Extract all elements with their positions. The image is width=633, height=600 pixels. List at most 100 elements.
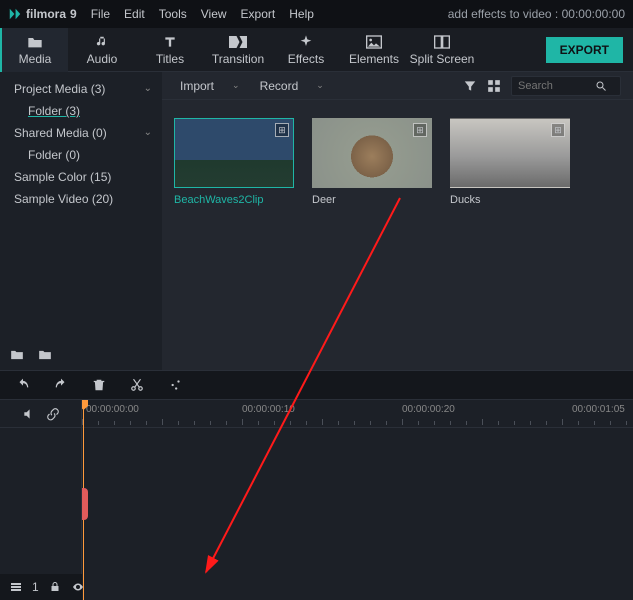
media-clip[interactable]: ⊞ Ducks xyxy=(450,118,570,206)
sidebar-item-label: Sample Color (15) xyxy=(14,168,111,186)
tab-audio[interactable]: Audio xyxy=(68,28,136,72)
tab-label: Effects xyxy=(288,52,324,66)
media-grid: ⊞BeachWaves2Clip⊞Deer⊞Ducks xyxy=(162,100,633,370)
sparkle-icon xyxy=(298,34,314,50)
add-to-timeline-icon[interactable]: ⊞ xyxy=(275,123,289,137)
export-button[interactable]: EXPORT xyxy=(546,37,623,63)
ruler-ticks xyxy=(82,419,633,425)
timeline-track-headers: 1 xyxy=(0,400,82,600)
tool-tabs: Media Audio Titles Transition Effects El… xyxy=(0,28,633,72)
record-label: Record xyxy=(260,79,299,93)
timeline: 1 00:00:00:00 00:00:00:10 00:00:00:20 00… xyxy=(0,400,633,600)
menu-help[interactable]: Help xyxy=(289,7,314,21)
clip-label: Deer xyxy=(312,194,432,206)
menu-export[interactable]: Export xyxy=(241,7,276,21)
text-icon xyxy=(163,34,177,50)
tab-split-screen[interactable]: Split Screen xyxy=(408,28,476,72)
chevron-down-icon: ⌄ xyxy=(144,124,152,142)
menu-tools[interactable]: Tools xyxy=(159,7,187,21)
media-panel: Import⌄ Record⌄ ⊞BeachWaves2Clip⊞Deer⊞Du… xyxy=(162,72,633,370)
import-label: Import xyxy=(180,79,214,93)
tab-label: Titles xyxy=(156,52,184,66)
tab-effects[interactable]: Effects xyxy=(272,28,340,72)
ruler-label: 00:00:00:20 xyxy=(402,404,455,415)
redo-icon[interactable] xyxy=(54,378,68,392)
undo-icon[interactable] xyxy=(16,378,30,392)
clip-thumbnail[interactable]: ⊞ xyxy=(312,118,432,188)
import-dropdown[interactable]: Import ⌄ xyxy=(174,79,246,93)
sidebar-item-folder-3[interactable]: Folder (3) xyxy=(0,100,162,122)
tab-label: Transition xyxy=(212,52,264,66)
tab-label: Media xyxy=(19,52,52,66)
media-sidebar: Project Media (3)⌄ Folder (3) Shared Med… xyxy=(0,72,162,370)
tab-label: Split Screen xyxy=(410,52,475,66)
app-version: 9 xyxy=(70,7,77,21)
ruler-label: 00:00:00:00 xyxy=(86,404,139,415)
tab-transition[interactable]: Transition xyxy=(204,28,272,72)
sidebar-actions xyxy=(10,348,52,362)
media-bar: Import ⌄ Record ⌄ xyxy=(162,72,633,100)
menu-view[interactable]: View xyxy=(201,7,227,21)
sidebar-item-folder-0[interactable]: Folder (0) xyxy=(0,144,162,166)
sidebar-item-shared-media[interactable]: Shared Media (0) ⌄ xyxy=(0,122,162,144)
timeline-footer: 1 xyxy=(0,574,82,600)
search-input[interactable] xyxy=(518,80,588,92)
sidebar-item-sample-video[interactable]: Sample Video (20) xyxy=(0,188,162,210)
media-clip[interactable]: ⊞BeachWaves2Clip xyxy=(174,118,294,206)
chevron-down-icon: ⌄ xyxy=(144,80,152,98)
search-box[interactable] xyxy=(511,76,621,96)
track-count: 1 xyxy=(32,580,39,594)
folder-icon xyxy=(27,34,43,50)
new-folder-icon[interactable] xyxy=(10,348,24,362)
timeline-ruler[interactable]: 00:00:00:00 00:00:00:10 00:00:00:20 00:0… xyxy=(82,400,633,428)
mute-icon[interactable] xyxy=(22,407,36,421)
media-clip[interactable]: ⊞ Deer xyxy=(312,118,432,206)
workspace: Project Media (3)⌄ Folder (3) Shared Med… xyxy=(0,72,633,370)
menu-bar: filmora 9 File Edit Tools View Export Hel… xyxy=(0,0,633,28)
tracks-icon[interactable] xyxy=(10,580,22,594)
menu-edit[interactable]: Edit xyxy=(124,7,145,21)
tab-label: Audio xyxy=(87,52,118,66)
chevron-down-icon: ⌄ xyxy=(232,80,240,91)
clip-thumbnail[interactable]: ⊞ xyxy=(450,118,570,188)
ruler-label: 00:00:00:10 xyxy=(242,404,295,415)
split-icon xyxy=(434,34,450,50)
menu-file[interactable]: File xyxy=(91,7,110,21)
cut-icon[interactable] xyxy=(130,378,144,392)
app-name: filmora xyxy=(26,7,66,21)
settings-icon[interactable] xyxy=(168,378,182,392)
tab-titles[interactable]: Titles xyxy=(136,28,204,72)
sidebar-item-project-media[interactable]: Project Media (3)⌄ xyxy=(0,78,162,100)
delete-icon[interactable] xyxy=(92,378,106,392)
app-logo: filmora 9 xyxy=(8,7,77,21)
tab-media[interactable]: Media xyxy=(0,28,68,72)
image-icon xyxy=(366,34,382,50)
clip-label: Ducks xyxy=(450,194,570,206)
transition-icon xyxy=(229,34,247,50)
lock-icon[interactable] xyxy=(49,580,61,594)
edit-toolbar xyxy=(0,370,633,400)
timeline-tracks[interactable]: 00:00:00:00 00:00:00:10 00:00:00:20 00:0… xyxy=(82,400,633,600)
add-to-timeline-icon[interactable]: ⊞ xyxy=(551,123,565,137)
music-icon xyxy=(95,34,109,50)
record-dropdown[interactable]: Record ⌄ xyxy=(254,79,330,93)
ruler-label: 00:00:01:05 xyxy=(572,404,625,415)
tab-label: Elements xyxy=(349,52,399,66)
sidebar-item-sample-color[interactable]: Sample Color (15) xyxy=(0,166,162,188)
sidebar-item-label: Shared Media (0) xyxy=(14,124,107,142)
filter-icon[interactable] xyxy=(463,79,477,93)
grid-view-icon[interactable] xyxy=(487,79,501,93)
link-icon[interactable] xyxy=(46,407,60,421)
chevron-down-icon: ⌄ xyxy=(316,80,324,91)
sidebar-item-label: Sample Video (20) xyxy=(14,190,113,208)
search-icon[interactable] xyxy=(594,79,608,93)
tab-elements[interactable]: Elements xyxy=(340,28,408,72)
timeline-clip-stub[interactable] xyxy=(82,488,88,520)
clip-thumbnail[interactable]: ⊞ xyxy=(174,118,294,188)
title-bar-status: add effects to video : 00:00:00:00 xyxy=(448,7,625,21)
delete-folder-icon[interactable] xyxy=(38,348,52,362)
track-area[interactable] xyxy=(82,428,633,600)
track-header-row xyxy=(0,400,81,428)
add-to-timeline-icon[interactable]: ⊞ xyxy=(413,123,427,137)
logo-icon xyxy=(8,7,22,21)
